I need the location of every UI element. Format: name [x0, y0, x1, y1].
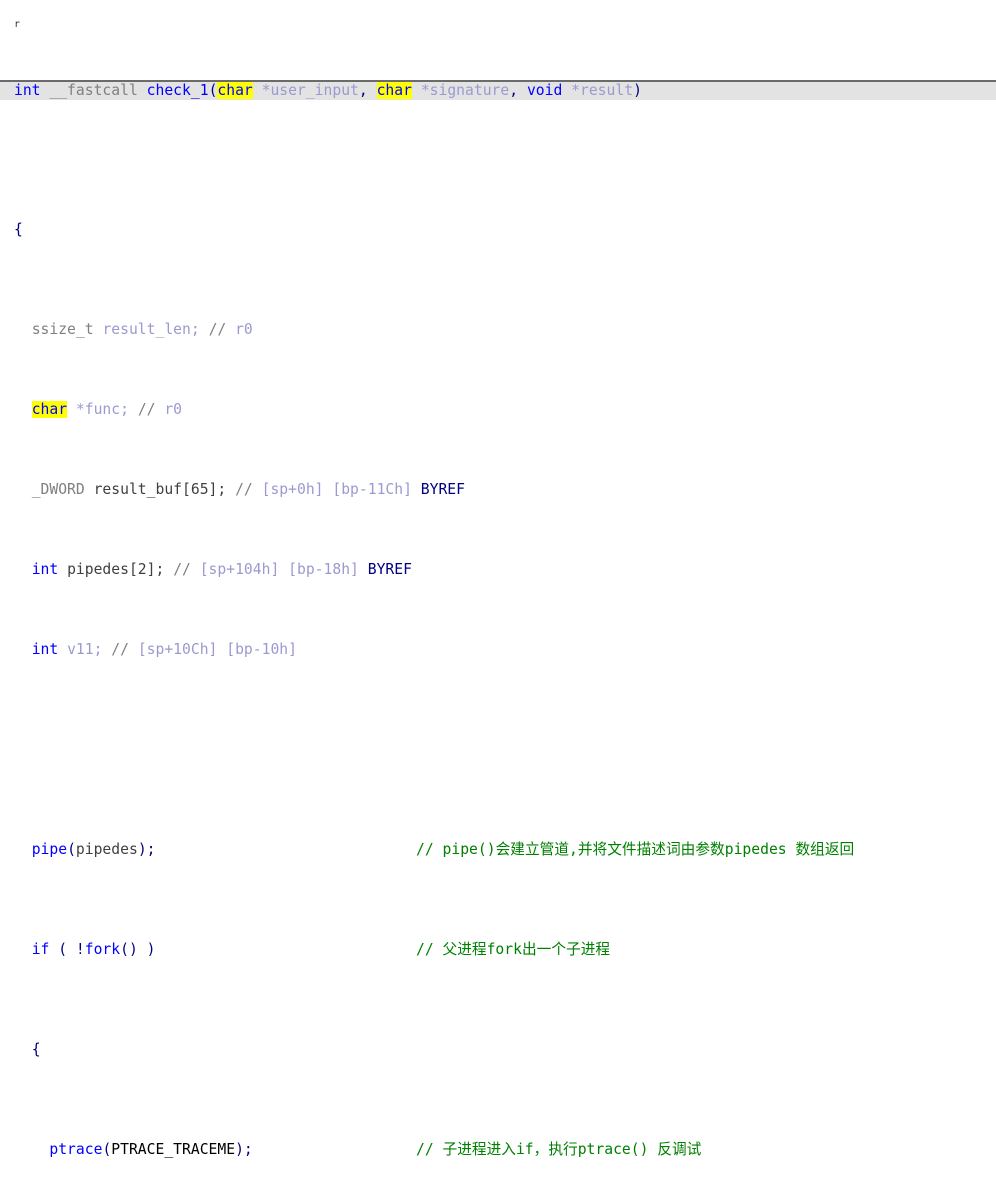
code-line-if-fork[interactable]: if ( !fork() ) // 父进程fork出一个子进程: [0, 940, 996, 960]
decl-stack-2: [sp+0h] [bp-11Ch]: [261, 481, 412, 498]
param3-type[interactable]: void: [527, 82, 562, 99]
pipedes-arg[interactable]: pipedes: [76, 841, 138, 858]
comment-fork: // 父进程fork出一个子进程: [416, 941, 611, 958]
ptrace-traceme-const[interactable]: PTRACE_TRACEME: [111, 1141, 235, 1158]
decl-name-2[interactable]: result_buf[65];: [94, 481, 227, 498]
code-line-brace-open-2[interactable]: {: [0, 1040, 996, 1060]
code-line-blank-1: [0, 740, 996, 760]
comment-pipe: // pipe()会建立管道,并将文件描述词由参数pipedes 数组返回: [416, 841, 855, 858]
decl-type-3: int: [31, 561, 59, 578]
decl-reg-1: r0: [164, 401, 183, 418]
pipe-call[interactable]: pipe: [32, 841, 67, 858]
text-caret: r: [14, 19, 21, 30]
decl-reg-0: r0: [235, 321, 253, 338]
stmt-ptrace[interactable]: ptrace(PTRACE_TRACEME);: [14, 1141, 252, 1158]
brace-open: {: [14, 221, 23, 238]
code-line-pipe[interactable]: pipe(pipedes); // pipe()会建立管道,并将文件描述词由参数p…: [0, 840, 996, 860]
stmt-if-fork[interactable]: if ( !fork() ): [14, 941, 156, 958]
return-type-keyword: int: [14, 82, 41, 99]
code-line-ptrace[interactable]: ptrace(PTRACE_TRACEME); // 子进程进入if，执行ptra…: [0, 1140, 996, 1160]
param1-type[interactable]: char: [217, 82, 253, 99]
fork-call[interactable]: fork: [85, 941, 120, 958]
code-line-decl-4[interactable]: int v11; // [sp+10Ch] [bp-10h]: [0, 640, 996, 660]
code-line-decl-1[interactable]: char *func; // r0: [0, 400, 996, 420]
decl-comment-4: //: [111, 641, 138, 658]
decl-comment-3: //: [173, 561, 200, 578]
paren-close: ): [633, 82, 642, 99]
decl-type-1[interactable]: char: [31, 401, 68, 418]
decl-byref-2: BYREF: [420, 481, 465, 498]
decl-name-3[interactable]: pipedes[2];: [67, 561, 164, 578]
decl-type-2: _DWORD: [31, 481, 85, 498]
decl-name-4[interactable]: v11;: [67, 641, 102, 658]
comment-ptrace: // 子进程进入if，执行ptrace() 反调试: [416, 1141, 702, 1158]
calling-convention: __fastcall: [49, 82, 138, 99]
brace-open-2: {: [31, 1041, 41, 1058]
code-line-decl-2[interactable]: _DWORD result_buf[65]; // [sp+0h] [bp-11…: [0, 480, 996, 500]
code-line-decl-3[interactable]: int pipedes[2]; // [sp+104h] [bp-18h] BY…: [0, 560, 996, 580]
if-keyword: if: [31, 941, 50, 958]
comma-1: ,: [358, 82, 377, 99]
pseudocode-view[interactable]: int __fastcall check_1(char *user_input,…: [0, 0, 996, 1158]
param3-name[interactable]: *result: [571, 82, 633, 99]
decl-type-0: ssize_t: [31, 321, 94, 338]
code-line-signature[interactable]: int __fastcall check_1(char *user_input,…: [0, 80, 996, 100]
decl-comment-2: //: [235, 481, 262, 498]
param2-type[interactable]: char: [376, 82, 412, 99]
decl-name-0[interactable]: result_len;: [102, 321, 199, 338]
stmt-pipe[interactable]: pipe(pipedes);: [14, 841, 156, 858]
ptrace-call[interactable]: ptrace: [49, 1141, 102, 1158]
decl-name-1[interactable]: *func;: [76, 401, 129, 418]
param1-name[interactable]: *user_input: [262, 82, 359, 99]
decl-comment-0: //: [208, 321, 236, 338]
decl-byref-3: BYREF: [367, 561, 412, 578]
comma-2: ,: [509, 82, 527, 99]
code-line-brace-open[interactable]: {: [0, 220, 996, 240]
decl-stack-4: [sp+10Ch] [bp-10h]: [137, 641, 297, 658]
code-line-decl-0[interactable]: ssize_t result_len; // r0: [0, 320, 996, 340]
param2-name[interactable]: *signature: [421, 82, 509, 99]
decl-type-4: int: [31, 641, 59, 658]
decl-comment-1: //: [137, 401, 165, 418]
decl-stack-3: [sp+104h] [bp-18h]: [199, 561, 359, 578]
function-name[interactable]: check_1: [147, 82, 209, 99]
